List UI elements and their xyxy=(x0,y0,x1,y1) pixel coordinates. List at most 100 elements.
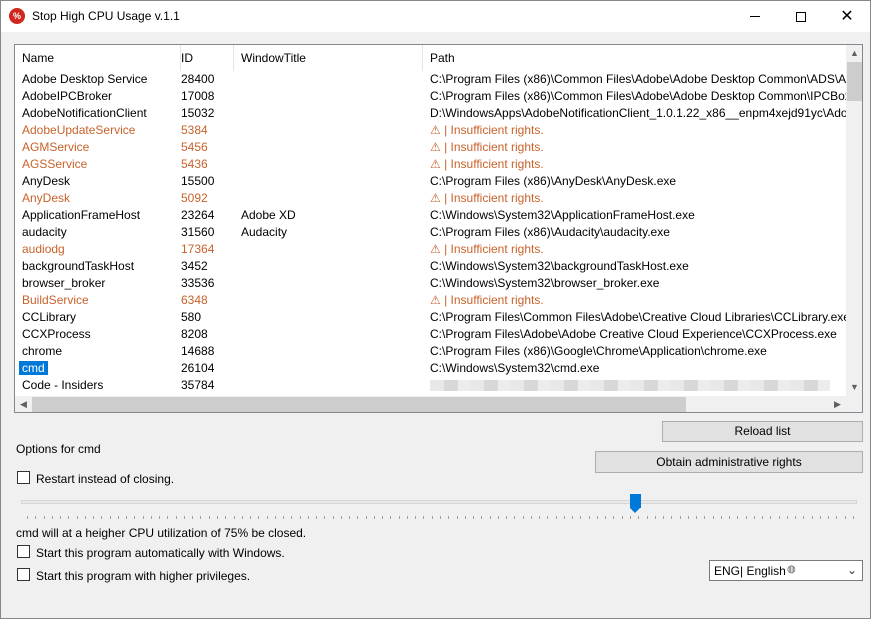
cpu-threshold-slider-thumb[interactable] xyxy=(630,494,642,514)
cell-path: ⚠ | Insufficient rights. xyxy=(430,140,544,154)
reload-list-button[interactable]: Reload list xyxy=(662,421,863,442)
cell-name: Code - Insiders xyxy=(22,378,104,392)
slider-tick xyxy=(844,516,846,519)
table-row[interactable]: BuildService 6348 ⚠ | Insufficient rights. xyxy=(15,292,846,309)
cell-path: C:\Windows\System32\cmd.exe xyxy=(430,361,600,375)
slider-tick xyxy=(241,516,243,519)
slider-tick xyxy=(497,516,499,519)
slider-tick xyxy=(663,516,665,519)
table-row[interactable]: CCXProcess 8208 C:\Program Files\Adobe\Ado… xyxy=(15,326,846,343)
privileges-checkbox[interactable] xyxy=(17,568,30,581)
column-header-path[interactable]: Path xyxy=(423,45,846,71)
horizontal-scroll-thumb[interactable] xyxy=(32,397,686,412)
slider-tick xyxy=(431,516,433,519)
cell-id: 5456 xyxy=(181,140,208,154)
autostart-checkbox[interactable] xyxy=(17,545,30,558)
privileges-checkbox-label[interactable]: Start this program with higher privilege… xyxy=(36,569,250,583)
table-row[interactable]: Adobe Desktop Service 28400 C:\Program Fil… xyxy=(15,71,846,88)
slider-ticks xyxy=(27,516,854,520)
slider-tick xyxy=(299,516,301,519)
autostart-checkbox-label[interactable]: Start this program automatically with Wi… xyxy=(36,546,285,560)
cell-windowtitle xyxy=(234,309,423,326)
slider-tick xyxy=(696,516,698,519)
cell-path: ⚠ | Insufficient rights. xyxy=(430,123,544,137)
cell-path: C:\Program Files (x86)\Audacity\audacity… xyxy=(430,225,670,239)
slider-tick xyxy=(316,516,318,519)
cell-id: 5384 xyxy=(181,123,208,137)
close-button[interactable]: ✕ xyxy=(824,1,870,32)
table-row[interactable]: ApplicationFrameHost 23264 Adobe XD C:\Wind… xyxy=(15,207,846,224)
vertical-scrollbar[interactable]: ▲ ▼ xyxy=(846,45,862,396)
cell-windowtitle xyxy=(234,156,423,173)
language-select[interactable]: ENG| English ◍ ⌄ xyxy=(709,560,863,581)
cell-id: 17364 xyxy=(181,242,215,256)
redacted-path xyxy=(430,380,830,392)
column-header-windowtitle[interactable]: WindowTitle xyxy=(234,45,423,71)
table-row[interactable]: audiodg 17364 ⚠ | Insufficient rights. xyxy=(15,241,846,258)
slider-tick xyxy=(729,516,731,519)
slider-tick xyxy=(233,516,235,519)
cell-path: ⚠ | Insufficient rights. xyxy=(430,157,544,171)
cell-path: C:\Program Files (x86)\Google\Chrome\App… xyxy=(430,344,767,358)
horizontal-scrollbar[interactable]: ◀ ▶ xyxy=(15,396,846,412)
minimize-icon xyxy=(750,16,760,17)
scroll-left-icon[interactable]: ◀ xyxy=(15,396,32,412)
maximize-button[interactable] xyxy=(778,1,824,32)
slider-tick xyxy=(638,516,640,519)
table-row[interactable]: AdobeIPCBroker 17008 C:\Program Files (x86… xyxy=(15,88,846,105)
slider-tick xyxy=(555,516,557,519)
globe-icon: ◍ xyxy=(787,564,796,575)
table-row[interactable]: chrome 14688 C:\Program Files (x86)\Google… xyxy=(15,343,846,360)
table-row[interactable]: browser_broker 33536 C:\Windows\System32\b… xyxy=(15,275,846,292)
table-row[interactable]: AGMService 5456 ⚠ | Insufficient rights. xyxy=(15,139,846,156)
slider-tick xyxy=(646,516,648,519)
table-row[interactable]: backgroundTaskHost 3452 C:\Windows\System3… xyxy=(15,258,846,275)
restart-checkbox[interactable] xyxy=(17,471,30,484)
scroll-down-icon[interactable]: ▼ xyxy=(846,379,862,396)
cpu-threshold-slider-track[interactable] xyxy=(21,500,857,504)
table-row[interactable]: CCLibrary 580 C:\Program Files\Common File… xyxy=(15,309,846,326)
table-row[interactable]: AdobeNotificationClient 15032 D:\WindowsAp… xyxy=(15,105,846,122)
slider-tick xyxy=(324,516,326,519)
cell-id: 3452 xyxy=(181,259,208,273)
slider-tick xyxy=(605,516,607,519)
cell-windowtitle: Audacity xyxy=(241,225,288,239)
table-row[interactable]: audacity 31560 Audacity C:\Program Files (x… xyxy=(15,224,846,241)
slider-tick xyxy=(489,516,491,519)
slider-tick xyxy=(629,516,631,519)
cell-id: 15500 xyxy=(181,174,215,188)
slider-tick xyxy=(382,516,384,519)
table-row[interactable]: Code - Insiders 35784 xyxy=(15,377,846,394)
cell-windowtitle xyxy=(234,343,423,360)
obtain-admin-rights-button[interactable]: Obtain administrative rights xyxy=(595,451,863,473)
scroll-up-icon[interactable]: ▲ xyxy=(846,45,862,62)
slider-tick xyxy=(175,516,177,519)
slider-tick xyxy=(563,516,565,519)
slider-tick xyxy=(274,516,276,519)
process-list[interactable]: Name ID WindowTitle Path Adobe Desktop S… xyxy=(14,44,863,413)
table-row[interactable]: AnyDesk 5092 ⚠ | Insufficient rights. xyxy=(15,190,846,207)
cell-name: ApplicationFrameHost xyxy=(22,208,141,222)
slider-tick xyxy=(117,516,119,519)
column-header-name[interactable]: Name xyxy=(15,45,181,71)
title-bar[interactable]: % Stop High CPU Usage v.1.1 ✕ xyxy=(1,1,870,32)
table-row[interactable]: AGSService 5436 ⚠ | Insufficient rights. xyxy=(15,156,846,173)
slider-tick xyxy=(423,516,425,519)
slider-tick xyxy=(43,516,45,519)
slider-tick xyxy=(35,516,37,519)
slider-tick xyxy=(828,516,830,519)
slider-tick xyxy=(753,516,755,519)
restart-checkbox-label[interactable]: Restart instead of closing. xyxy=(36,472,174,486)
table-row[interactable]: cmd 26104 C:\Windows\System32\cmd.exe xyxy=(15,360,846,377)
slider-tick xyxy=(762,516,764,519)
scroll-right-icon[interactable]: ▶ xyxy=(829,396,846,412)
vertical-scroll-thumb[interactable] xyxy=(847,62,862,101)
slider-tick xyxy=(76,516,78,519)
table-row[interactable]: AnyDesk 15500 C:\Program Files (x86)\AnyDe… xyxy=(15,173,846,190)
slider-tick xyxy=(291,516,293,519)
column-header-id[interactable]: ID xyxy=(174,45,234,71)
slider-tick xyxy=(819,516,821,519)
table-row[interactable]: AdobeUpdateService 5384 ⚠ | Insufficient r… xyxy=(15,122,846,139)
cell-path: C:\Windows\System32\ApplicationFrameHost… xyxy=(430,208,695,222)
minimize-button[interactable] xyxy=(732,1,778,32)
